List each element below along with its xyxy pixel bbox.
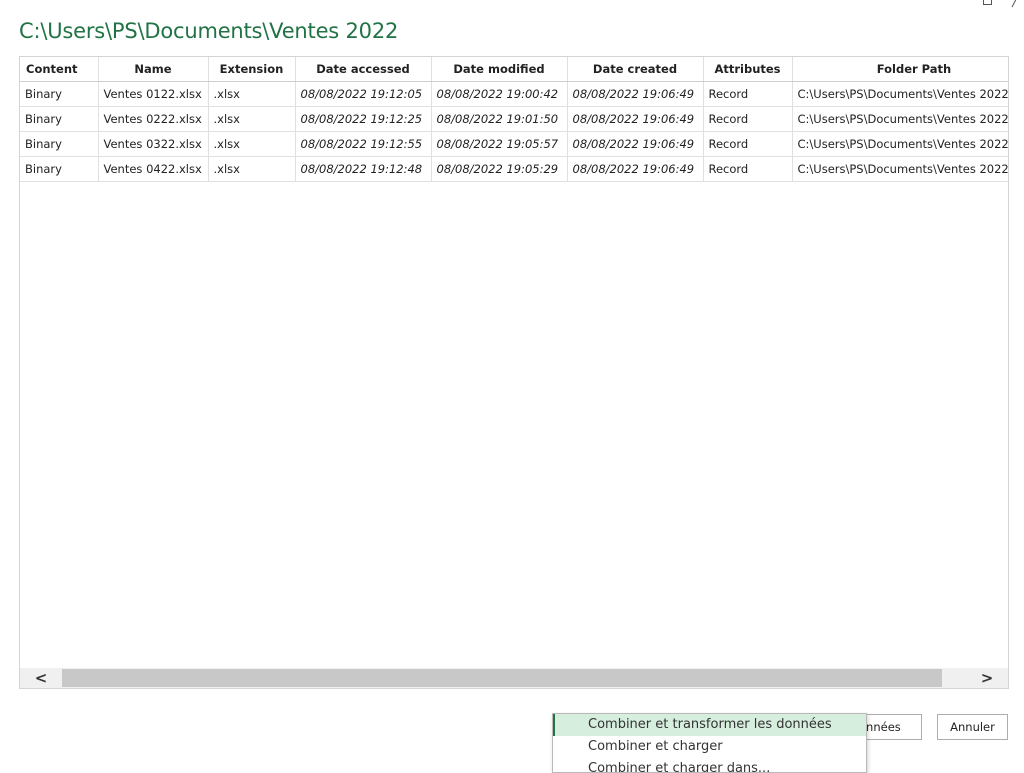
cell-date-accessed[interactable]: 08/08/2022 19:12:05: [295, 81, 432, 107]
table-row[interactable]: Binary Ventes 0222.xlsx .xlsx 08/08/2022…: [20, 106, 1008, 132]
cell-date-modified[interactable]: 08/08/2022 19:05:29: [431, 156, 568, 182]
cell-date-created[interactable]: 08/08/2022 19:06:49: [567, 131, 704, 157]
cell-attributes[interactable]: Record: [703, 106, 793, 132]
close-icon[interactable]: ╱: [1012, 0, 1020, 7]
cell-name[interactable]: Ventes 0322.xlsx: [98, 131, 209, 157]
scroll-right-icon[interactable]: >: [966, 668, 1008, 688]
cell-name[interactable]: Ventes 0222.xlsx: [98, 106, 209, 132]
files-table: Content Name Extension Date accessed Dat…: [20, 57, 1008, 182]
table-row[interactable]: Binary Ventes 0122.xlsx .xlsx 08/08/2022…: [20, 81, 1008, 107]
cell-extension[interactable]: .xlsx: [208, 81, 296, 107]
cell-date-modified[interactable]: 08/08/2022 19:01:50: [431, 106, 568, 132]
cell-content[interactable]: Binary: [20, 81, 99, 107]
cell-extension[interactable]: .xlsx: [208, 156, 296, 182]
maximize-icon[interactable]: [983, 0, 992, 5]
folder-path-title: C:\Users\PS\Documents\Ventes 2022: [19, 19, 399, 43]
cell-date-accessed[interactable]: 08/08/2022 19:12:25: [295, 106, 432, 132]
cell-attributes[interactable]: Record: [703, 81, 793, 107]
column-header-folder-path[interactable]: Folder Path: [792, 57, 1008, 82]
cell-date-modified[interactable]: 08/08/2022 19:05:57: [431, 131, 568, 157]
cell-date-modified[interactable]: 08/08/2022 19:00:42: [431, 81, 568, 107]
cell-content[interactable]: Binary: [20, 156, 99, 182]
column-header-extension[interactable]: Extension: [208, 57, 296, 82]
cell-date-created[interactable]: 08/08/2022 19:06:49: [567, 156, 704, 182]
column-header-date-accessed[interactable]: Date accessed: [295, 57, 432, 82]
cell-date-accessed[interactable]: 08/08/2022 19:12:55: [295, 131, 432, 157]
menu-accent-bar: [553, 714, 555, 736]
menu-item-combine-load-to[interactable]: Combiner et charger dans...: [553, 758, 866, 772]
cell-folder-path[interactable]: C:\Users\PS\Documents\Ventes 2022\: [792, 81, 1008, 107]
header-row: Content Name Extension Date accessed Dat…: [20, 57, 1008, 82]
cell-date-created[interactable]: 08/08/2022 19:06:49: [567, 81, 704, 107]
cell-folder-path[interactable]: C:\Users\PS\Documents\Ventes 2022\: [792, 156, 1008, 182]
menu-item-combine-transform[interactable]: Combiner et transformer les données: [553, 714, 866, 736]
horizontal-scrollbar[interactable]: < >: [20, 668, 1008, 688]
cell-date-accessed[interactable]: 08/08/2022 19:12:48: [295, 156, 432, 182]
cell-folder-path[interactable]: C:\Users\PS\Documents\Ventes 2022\: [792, 106, 1008, 132]
cancel-button[interactable]: Annuler: [937, 714, 1008, 740]
cell-content[interactable]: Binary: [20, 106, 99, 132]
scroll-left-icon[interactable]: <: [20, 668, 62, 688]
cell-extension[interactable]: .xlsx: [208, 131, 296, 157]
cell-name[interactable]: Ventes 0422.xlsx: [98, 156, 209, 182]
cell-attributes[interactable]: Record: [703, 156, 793, 182]
cell-name[interactable]: Ventes 0122.xlsx: [98, 81, 209, 107]
column-header-attributes[interactable]: Attributes: [703, 57, 793, 82]
cell-folder-path[interactable]: C:\Users\PS\Documents\Ventes 2022\: [792, 131, 1008, 157]
column-header-date-created[interactable]: Date created: [567, 57, 704, 82]
column-header-date-modified[interactable]: Date modified: [431, 57, 568, 82]
file-preview-grid: Content Name Extension Date accessed Dat…: [19, 56, 1009, 689]
scrollbar-thumb[interactable]: [62, 669, 942, 687]
table-row[interactable]: Binary Ventes 0322.xlsx .xlsx 08/08/2022…: [20, 131, 1008, 157]
cell-date-created[interactable]: 08/08/2022 19:06:49: [567, 106, 704, 132]
column-header-content[interactable]: Content: [20, 57, 99, 82]
cell-content[interactable]: Binary: [20, 131, 99, 157]
column-header-name[interactable]: Name: [98, 57, 209, 82]
cell-attributes[interactable]: Record: [703, 131, 793, 157]
menu-item-combine-load[interactable]: Combiner et charger: [553, 736, 866, 758]
cell-extension[interactable]: .xlsx: [208, 106, 296, 132]
combine-dropdown-menu: Combiner et transformer les données Comb…: [552, 713, 867, 773]
table-row[interactable]: Binary Ventes 0422.xlsx .xlsx 08/08/2022…: [20, 156, 1008, 182]
